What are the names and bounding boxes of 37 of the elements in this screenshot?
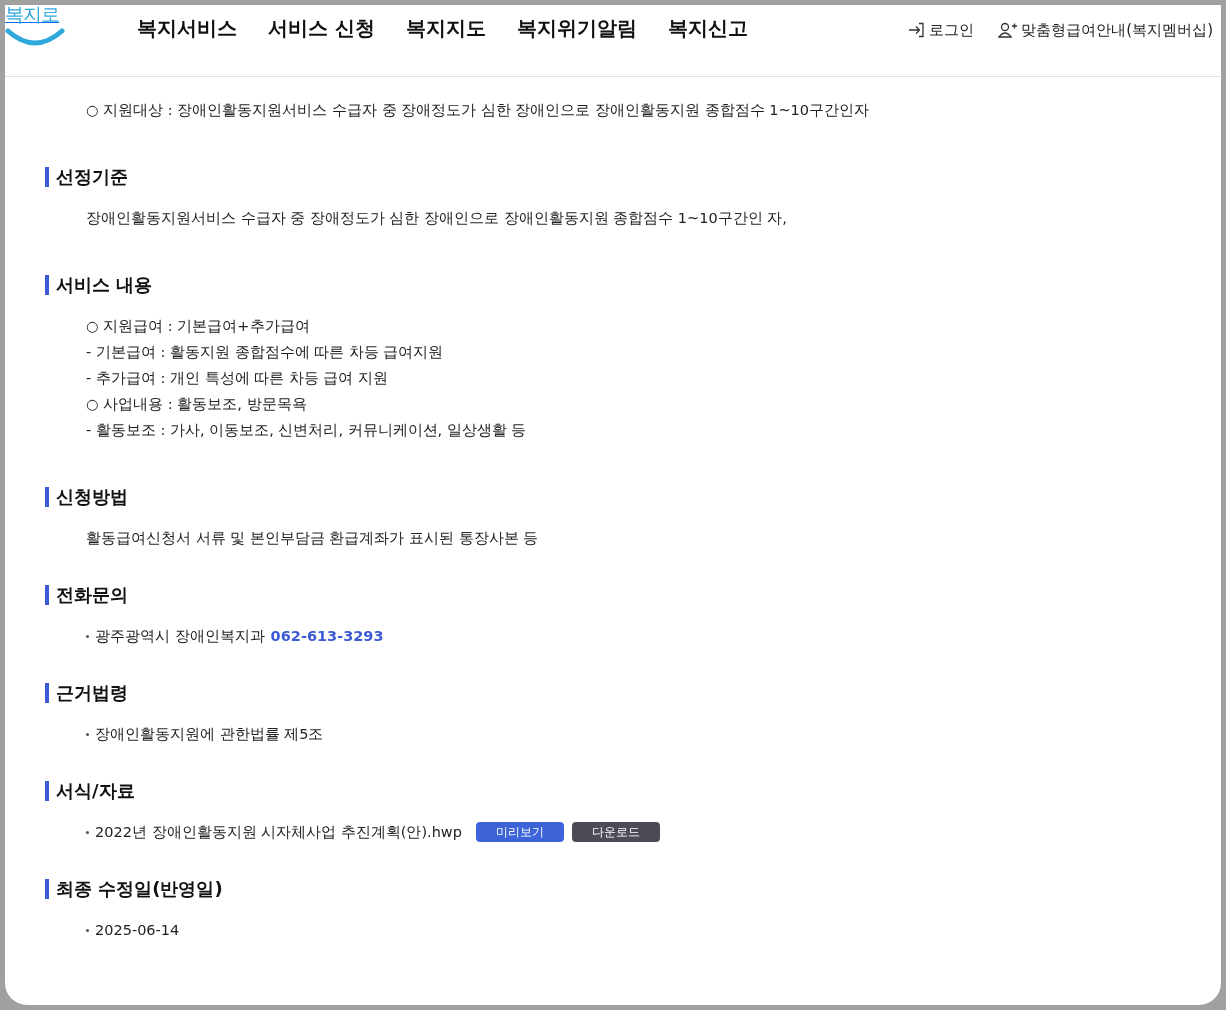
nav-link[interactable]: 복지지도 (405, 5, 486, 43)
nav-link[interactable]: 복지신고 (667, 5, 748, 43)
bullet-icon (86, 732, 89, 736)
body-text: ○ 지원대상 : 장애인활동지원서비스 수급자 중 장애정도가 심한 장애인으로 장애인활동지원 종합점수 1~10구간인자 (85, 101, 871, 120)
body-text: 활동급여신청서 서류 및 본인부담금 환급계좌가 표시된 통장사본 등 (85, 529, 540, 548)
bullet-icon (86, 928, 89, 932)
section-title: 선정기준 (45, 167, 128, 187)
add-user-icon (998, 22, 1018, 39)
section-title: 최종 수정일(반영일) (45, 879, 223, 899)
section-title: 신청방법 (45, 487, 128, 507)
bullet-icon (86, 830, 89, 834)
logo-text: 복지로 (5, 5, 60, 24)
body-text: 장애인활동지원에 관한법률 제5조 (95, 725, 324, 744)
body-text: 2025-06-14 (95, 921, 180, 940)
body-text: - 기본급여 : 활동지원 종합점수에 따른 차등 급여지원 (85, 343, 445, 362)
body-text: 장애인활동지원서비스 수급자 중 장애정도가 심한 장애인으로 장애인활동지원 종합점수 1~10구간인 자, (85, 209, 788, 228)
body-text: ○ 지원급여 : 기본급여+추가급여 (85, 317, 311, 336)
nav-link[interactable]: 복지위기알림 (516, 5, 637, 43)
phone-link[interactable]: 062-613-3293 (270, 623, 384, 649)
preview-button[interactable]: 미리보기 (475, 822, 564, 842)
login-link[interactable]: 로그인 (908, 5, 975, 42)
body-text: - 추가급여 : 개인 특성에 따른 차등 급여 지원 (85, 369, 389, 388)
membership-link[interactable]: 맞춤형급여안내(복지멤버십) (998, 5, 1213, 42)
nav-link[interactable]: 복지서비스 (137, 5, 237, 43)
login-icon (908, 22, 926, 39)
body-text: 2022년 장애인활동지원 시자체사업 추진계획(안).hwp (95, 823, 462, 842)
section-title: 서식/자료 (45, 781, 135, 801)
section-title: 전화문의 (45, 585, 128, 605)
body-text: 광주광역시 장애인복지과 (95, 627, 265, 646)
body-text: - 활동보조 : 가사, 이동보조, 신변처리, 커뮤니케이션, 일상생활 등 (85, 421, 528, 440)
section-title: 근거법령 (45, 683, 128, 703)
smile-icon (5, 25, 65, 47)
bullet-icon (86, 634, 89, 638)
body-text: ○ 사업내용 : 활동보조, 방문목욕 (85, 395, 308, 414)
nav-link[interactable]: 서비스 신청 (268, 5, 375, 43)
download-button[interactable]: 다운로드 (571, 822, 660, 842)
section-title: 서비스 내용 (45, 275, 153, 295)
